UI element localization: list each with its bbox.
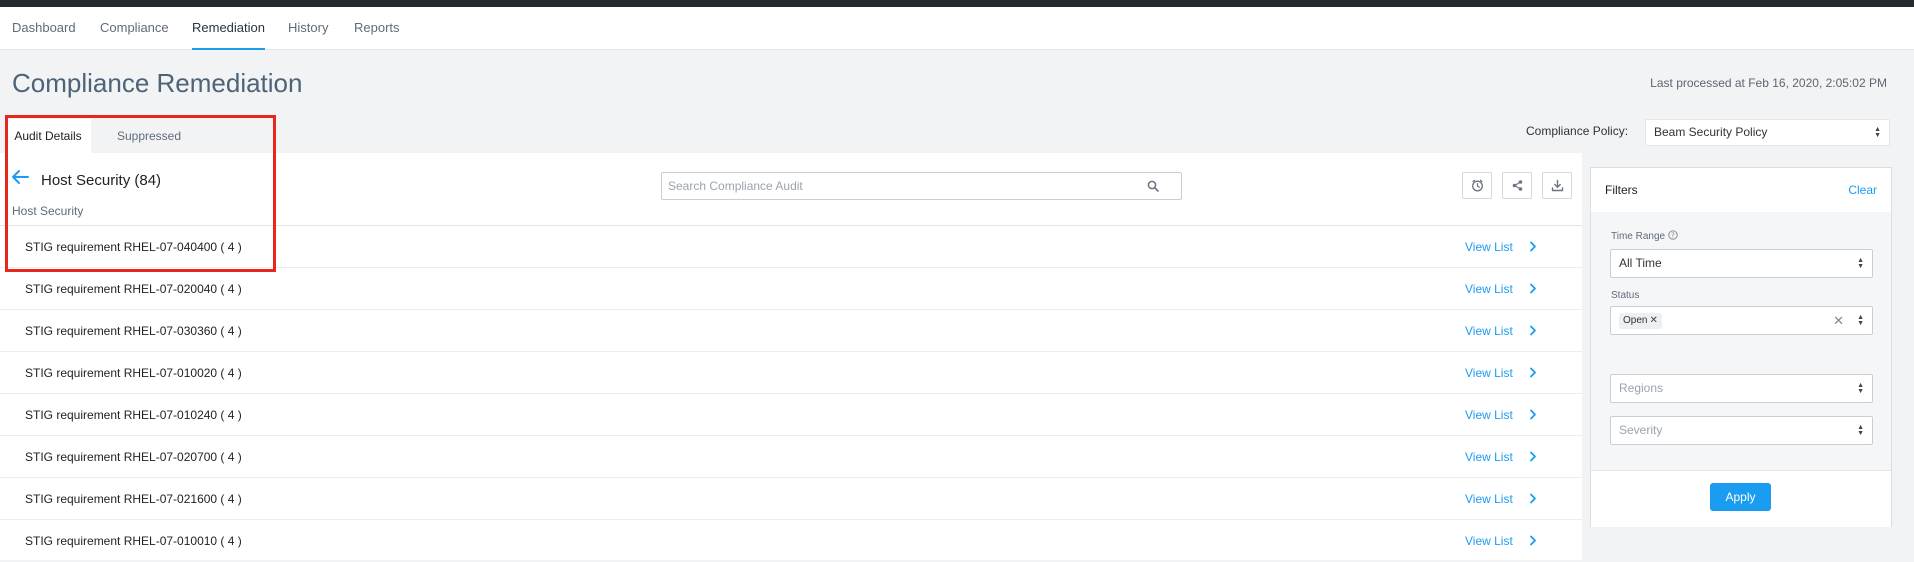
select-arrows-icon: ▲ ▼ [1874, 125, 1881, 139]
tab-remediation[interactable]: Remediation [192, 7, 265, 50]
requirement-label: STIG requirement RHEL-07-020700 ( 4 ) [25, 450, 242, 464]
view-list-link[interactable]: View List [1465, 478, 1513, 520]
view-list-link[interactable]: View List [1465, 394, 1513, 436]
requirement-label: STIG requirement RHEL-07-030360 ( 4 ) [25, 324, 242, 338]
time-range-select[interactable]: All Time ▲ ▼ [1610, 249, 1873, 278]
requirement-label: STIG requirement RHEL-07-010010 ( 4 ) [25, 534, 242, 548]
chevron-right-icon[interactable] [1529, 241, 1537, 252]
chevron-right-icon[interactable] [1529, 409, 1537, 420]
chevron-right-icon[interactable] [1529, 367, 1537, 378]
tab-compliance[interactable]: Compliance [100, 7, 169, 49]
apply-button[interactable]: Apply [1710, 483, 1771, 511]
chevron-right-icon[interactable] [1529, 493, 1537, 504]
svg-text:?: ? [1671, 232, 1675, 240]
list-item: STIG requirement RHEL-07-040400 ( 4 ) Vi… [0, 226, 1582, 268]
regions-placeholder: Regions [1619, 381, 1664, 395]
select-arrows-icon: ▲ ▼ [1857, 423, 1864, 437]
view-list-link[interactable]: View List [1465, 352, 1513, 394]
tab-audit-details[interactable]: Audit Details [5, 119, 91, 153]
status-chip: Open ✕ [1619, 313, 1662, 329]
share-icon [1512, 180, 1523, 191]
chevron-right-icon[interactable] [1529, 451, 1537, 462]
chevron-right-icon[interactable] [1529, 535, 1537, 546]
download-icon [1551, 179, 1564, 192]
compliance-policy-value: Beam Security Policy [1654, 125, 1768, 139]
filters-body: Time Range? All Time ▲ ▼ Status Open ✕ ✕ ▲… [1591, 212, 1891, 470]
remove-chip-icon[interactable]: ✕ [1649, 315, 1657, 326]
status-select[interactable]: Open ✕ ✕ ▲ ▼ [1610, 306, 1873, 335]
compliance-policy-label: Compliance Policy: [1526, 124, 1629, 138]
info-icon[interactable]: ? [1668, 230, 1678, 240]
requirement-label: STIG requirement RHEL-07-040400 ( 4 ) [25, 240, 242, 254]
search-input[interactable] [668, 173, 1138, 199]
filters-footer: Apply [1591, 470, 1891, 527]
last-processed-text: Last processed at Feb 16, 2020, 2:05:02 … [1650, 76, 1887, 90]
download-button[interactable] [1542, 172, 1572, 199]
clear-status-icon[interactable]: ✕ [1833, 313, 1844, 329]
list-item: STIG requirement RHEL-07-010010 ( 4 ) Vi… [0, 520, 1582, 562]
requirement-label: STIG requirement RHEL-07-021600 ( 4 ) [25, 492, 242, 506]
search-icon[interactable] [1147, 180, 1159, 192]
chevron-right-icon[interactable] [1529, 325, 1537, 336]
filters-panel: Filters Clear Time Range? All Time ▲ ▼ St… [1590, 167, 1892, 527]
compliance-policy-select[interactable]: Beam Security Policy ▲ ▼ [1645, 119, 1890, 146]
tab-dashboard[interactable]: Dashboard [12, 7, 76, 49]
view-list-link[interactable]: View List [1465, 226, 1513, 268]
clear-filters-link[interactable]: Clear [1848, 183, 1877, 197]
list-item: STIG requirement RHEL-07-020700 ( 4 ) Vi… [0, 436, 1582, 478]
list-item: STIG requirement RHEL-07-010020 ( 4 ) Vi… [0, 352, 1582, 394]
requirement-label: STIG requirement RHEL-07-010020 ( 4 ) [25, 366, 242, 380]
view-list-link[interactable]: View List [1465, 310, 1513, 352]
time-range-value: All Time [1619, 256, 1662, 270]
time-range-label: Time Range? [1611, 230, 1678, 242]
list-item: STIG requirement RHEL-07-020040 ( 4 ) Vi… [0, 268, 1582, 310]
select-arrows-icon: ▲ ▼ [1857, 256, 1864, 270]
tab-suppressed[interactable]: Suppressed [101, 119, 197, 153]
filters-header: Filters Clear [1591, 168, 1891, 213]
top-bar [0, 0, 1914, 7]
time-range-label-text: Time Range [1611, 231, 1666, 242]
status-chip-label: Open [1623, 315, 1648, 326]
tab-reports[interactable]: Reports [354, 7, 400, 49]
list-item: STIG requirement RHEL-07-021600 ( 4 ) Vi… [0, 478, 1582, 520]
back-arrow-icon[interactable] [11, 169, 29, 185]
search-box [661, 172, 1182, 200]
regions-select[interactable]: Regions ▲ ▼ [1610, 374, 1873, 403]
page-title: Compliance Remediation [12, 68, 303, 98]
chevron-right-icon[interactable] [1529, 283, 1537, 294]
select-arrows-icon: ▲ ▼ [1857, 313, 1864, 327]
select-arrows-icon: ▲ ▼ [1857, 381, 1864, 395]
requirement-label: STIG requirement RHEL-07-010240 ( 4 ) [25, 408, 242, 422]
tab-history[interactable]: History [288, 7, 328, 49]
severity-placeholder: Severity [1619, 423, 1663, 437]
list-item: STIG requirement RHEL-07-010240 ( 4 ) Vi… [0, 394, 1582, 436]
list-item: STIG requirement RHEL-07-030360 ( 4 ) Vi… [0, 310, 1582, 352]
view-list-link[interactable]: View List [1465, 268, 1513, 310]
section-subtitle: Host Security [12, 204, 84, 218]
view-list-link[interactable]: View List [1465, 436, 1513, 478]
view-list-link[interactable]: View List [1465, 520, 1513, 562]
clock-icon [1472, 179, 1483, 192]
filters-title: Filters [1605, 183, 1638, 197]
status-label: Status [1611, 290, 1640, 301]
schedule-button[interactable] [1462, 172, 1492, 199]
section-title: Host Security (84) [41, 172, 162, 189]
requirement-label: STIG requirement RHEL-07-020040 ( 4 ) [25, 282, 242, 296]
share-button[interactable] [1502, 172, 1532, 199]
severity-select[interactable]: Severity ▲ ▼ [1610, 416, 1873, 445]
main-nav: Dashboard Compliance Remediation History… [0, 7, 1914, 50]
